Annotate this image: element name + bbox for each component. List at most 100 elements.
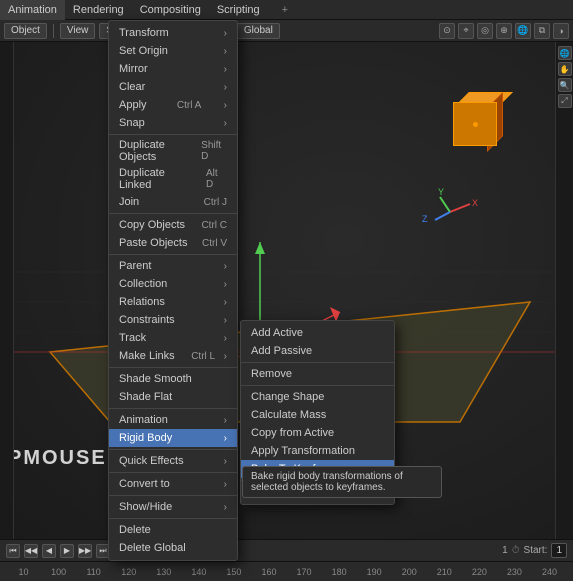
separator	[241, 480, 394, 481]
rb-add-passive[interactable]: Add Passive	[241, 342, 394, 360]
arrow-icon: ›	[224, 479, 227, 490]
rigid-body-submenu[interactable]: Add Active Add Passive Remove Change Sha…	[240, 320, 395, 505]
menu-scripting[interactable]: Scripting	[209, 0, 268, 20]
right-icon-1[interactable]: 🌐	[558, 46, 572, 60]
menu-item-quick-effects[interactable]: Quick Effects ›	[109, 452, 237, 470]
rb-apply-transform[interactable]: Apply Transformation	[241, 442, 394, 460]
separator	[109, 449, 237, 450]
menu-rendering[interactable]: Rendering	[65, 0, 132, 20]
second-toolbar: Object View Select Add Object Global ⊙ ⌖…	[0, 20, 573, 42]
menu-item-track[interactable]: Track ›	[109, 329, 237, 347]
menu-item-dup-linked[interactable]: Duplicate Linked Alt D	[109, 165, 237, 193]
frame-current-label: 1	[502, 545, 508, 556]
svg-text:Z: Z	[422, 214, 428, 224]
arrow-icon: ›	[224, 46, 227, 57]
rb-calculate-mass[interactable]: Calculate Mass	[241, 406, 394, 424]
view3d-icon[interactable]: 🌐	[515, 23, 531, 39]
menu-item-delete-global[interactable]: Delete Global	[109, 539, 237, 557]
menu-item-make-links[interactable]: Make Links Ctrl L ›	[109, 347, 237, 365]
right-icon-3[interactable]: 🔍	[558, 78, 572, 92]
menu-item-transform[interactable]: Transform ›	[109, 24, 237, 42]
arrow-icon: ›	[224, 118, 227, 129]
shortcut-links: Ctrl L	[191, 351, 215, 362]
menu-animation[interactable]: Animation	[0, 0, 65, 20]
menu-item-delete[interactable]: Delete	[109, 521, 237, 539]
menu-item-shade-smooth[interactable]: Shade Smooth	[109, 370, 237, 388]
menu-item-copy[interactable]: Copy Objects Ctrl C	[109, 216, 237, 234]
menu-item-constraints[interactable]: Constraints ›	[109, 311, 237, 329]
prop-edit-icon[interactable]: ⊙	[439, 23, 455, 39]
shading-icon[interactable]: ◑	[553, 23, 569, 39]
menu-item-convert[interactable]: Convert to ›	[109, 475, 237, 493]
ruler-100: 100	[41, 567, 76, 577]
menu-item-parent[interactable]: Parent ›	[109, 257, 237, 275]
mode-button[interactable]: Object	[4, 23, 47, 39]
rb-change-shape[interactable]: Change Shape	[241, 388, 394, 406]
shortcut-join: Ctrl J	[204, 197, 227, 208]
proportional-icon[interactable]: ◎	[477, 23, 493, 39]
object-context-menu[interactable]: Transform › Set Origin › Mirror › Clear …	[108, 20, 238, 561]
svg-text:X: X	[472, 198, 478, 208]
separator	[109, 518, 237, 519]
3d-cube	[443, 92, 503, 152]
menu-item-clear[interactable]: Clear ›	[109, 78, 237, 96]
rb-connect[interactable]: Connect	[241, 483, 394, 501]
global-button[interactable]: Global	[237, 23, 280, 39]
ruler-150: 150	[216, 567, 251, 577]
shortcut-dup-linked: Alt D	[206, 168, 227, 190]
menu-item-join[interactable]: Join Ctrl J	[109, 193, 237, 211]
ruler-200: 200	[392, 567, 427, 577]
menu-item-show-hide[interactable]: Show/Hide ›	[109, 498, 237, 516]
snap-icon[interactable]: ⌖	[458, 23, 474, 39]
separator	[109, 495, 237, 496]
rb-remove[interactable]: Remove	[241, 365, 394, 383]
bottom-bar: ⏮ ◀◀ ◀ ▶ ▶▶ ⏭ 1 ⏱ Start: 1 10 100 110 12…	[0, 539, 573, 581]
timeline-play-btn[interactable]: ▶	[60, 544, 74, 558]
menu-item-apply[interactable]: Apply Ctrl A ›	[109, 96, 237, 114]
menu-item-rigid-body[interactable]: Rigid Body ›	[109, 429, 237, 447]
transform-icon[interactable]: ⊕	[496, 23, 512, 39]
menu-item-collection[interactable]: Collection ›	[109, 275, 237, 293]
menu-item-shade-flat[interactable]: Shade Flat	[109, 388, 237, 406]
ruler-190: 190	[357, 567, 392, 577]
separator	[109, 472, 237, 473]
rb-bake-keyframes[interactable]: Bake To Keyframes	[241, 460, 394, 478]
fps-icon: ⏱	[512, 545, 520, 556]
menu-item-dup-objects[interactable]: Duplicate Objects Shift D	[109, 137, 237, 165]
right-icon-2[interactable]: ✋	[558, 62, 572, 76]
svg-text:Y: Y	[438, 187, 444, 197]
menu-item-animation[interactable]: Animation ›	[109, 411, 237, 429]
arrow-icon: ›	[224, 64, 227, 75]
timeline-next-btn[interactable]: ▶▶	[78, 544, 92, 558]
timeline-ruler[interactable]: 10 100 110 120 130 140 150 160 170 180 1…	[0, 562, 573, 581]
menu-item-relations[interactable]: Relations ›	[109, 293, 237, 311]
view-button[interactable]: View	[60, 23, 96, 39]
timeline-prev-btn[interactable]: ◀	[42, 544, 56, 558]
rb-copy-active[interactable]: Copy from Active	[241, 424, 394, 442]
menu-item-mirror[interactable]: Mirror ›	[109, 60, 237, 78]
arrow-icon: ›	[224, 279, 227, 290]
timeline-prev-key-btn[interactable]: ◀◀	[24, 544, 38, 558]
ruler-180: 180	[322, 567, 357, 577]
overlay-icon[interactable]: ⧉	[534, 23, 550, 39]
right-icon-4[interactable]: ⤢	[558, 94, 572, 108]
menu-compositing[interactable]: Compositing	[132, 0, 209, 20]
menu-item-set-origin[interactable]: Set Origin ›	[109, 42, 237, 60]
arrow-icon: ›	[224, 28, 227, 39]
right-panel: 🌐 ✋ 🔍 ⤢	[555, 42, 573, 540]
frame-start-value[interactable]: 1	[551, 543, 567, 558]
separator	[241, 362, 394, 363]
separator	[109, 134, 237, 135]
shortcut-copy: Ctrl C	[201, 220, 227, 231]
timeline-controls: ⏮ ◀◀ ◀ ▶ ▶▶ ⏭ 1 ⏱ Start: 1	[0, 540, 573, 562]
menu-item-paste[interactable]: Paste Objects Ctrl V	[109, 234, 237, 252]
timeline-first-btn[interactable]: ⏮	[6, 544, 20, 558]
top-menubar: Animation Rendering Compositing Scriptin…	[0, 0, 573, 20]
ruler-10: 10	[6, 567, 41, 577]
separator	[109, 254, 237, 255]
ruler-220: 220	[462, 567, 497, 577]
menu-item-snap[interactable]: Snap ›	[109, 114, 237, 132]
separator	[109, 408, 237, 409]
ruler-240: 240	[532, 567, 567, 577]
rb-add-active[interactable]: Add Active	[241, 324, 394, 342]
